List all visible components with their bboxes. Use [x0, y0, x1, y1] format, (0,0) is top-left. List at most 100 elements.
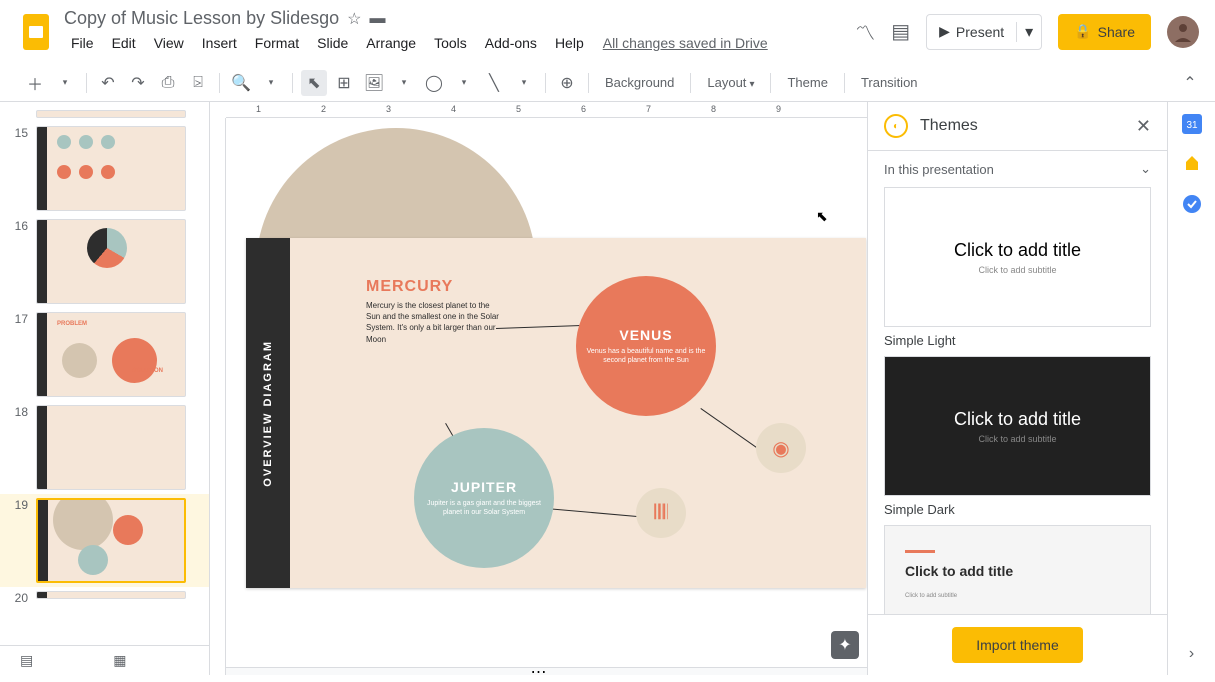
- thumbnail-19[interactable]: 19: [0, 494, 209, 587]
- chevron-down-icon: ⌄: [1140, 161, 1151, 177]
- thumb-preview[interactable]: [36, 591, 186, 599]
- canvas[interactable]: ⬉ OVERVIEW DIAGRAM MERCURY Mercury is th…: [226, 118, 867, 667]
- theme-preview[interactable]: Click to add titleClick to add subtitle: [884, 356, 1151, 496]
- explore-button[interactable]: ✦: [831, 631, 859, 659]
- comment-button[interactable]: ⊕: [554, 70, 580, 96]
- thumbnail-16[interactable]: 16: [0, 215, 209, 308]
- thumb-preview[interactable]: [36, 110, 186, 118]
- theme-card[interactable]: Click to add titleClick to add subtitleS…: [884, 187, 1151, 348]
- thumb-preview[interactable]: PROBLEMSOLUTION: [36, 312, 186, 397]
- menu-format[interactable]: Format: [248, 31, 306, 55]
- drum-icon: ◉: [772, 436, 789, 461]
- menu-add-ons[interactable]: Add-ons: [478, 31, 544, 55]
- theme-card[interactable]: Click to add titleClick to add subtitle: [884, 525, 1151, 614]
- activity-icon[interactable]: 〽: [855, 17, 875, 46]
- layout-button[interactable]: Layout: [699, 75, 762, 90]
- expand-sidepanel-icon[interactable]: ›: [1189, 645, 1194, 663]
- thumb-preview[interactable]: [36, 498, 186, 583]
- star-icon[interactable]: ☆: [347, 9, 361, 29]
- menu-help[interactable]: Help: [548, 31, 591, 55]
- themes-section-header[interactable]: In this presentation ⌄: [868, 150, 1167, 187]
- present-icon: ▶: [939, 23, 950, 40]
- undo-button[interactable]: ↶: [95, 70, 121, 96]
- keep-icon[interactable]: [1182, 154, 1202, 174]
- image-dropdown[interactable]: ▾: [391, 70, 417, 96]
- comments-icon[interactable]: ▤: [891, 19, 910, 44]
- present-dropdown[interactable]: ▾: [1016, 22, 1041, 42]
- import-theme-button[interactable]: Import theme: [952, 627, 1082, 663]
- resizer[interactable]: ⋯: [210, 667, 867, 675]
- print-button[interactable]: ⎙: [155, 70, 181, 96]
- column-icon: 𝄃𝄃𝄃: [654, 502, 667, 525]
- filmstrip[interactable]: 151617PROBLEMSOLUTION 18 19 20: [0, 102, 210, 675]
- calendar-icon[interactable]: 31: [1182, 114, 1202, 134]
- ruler-tick: 9: [776, 104, 781, 114]
- menu-edit[interactable]: Edit: [105, 31, 143, 55]
- thumb-number: 18: [12, 405, 28, 419]
- new-slide-button[interactable]: ＋: [22, 70, 48, 96]
- thumb-preview[interactable]: [36, 219, 186, 304]
- menu-tools[interactable]: Tools: [427, 31, 474, 55]
- background-button[interactable]: Background: [597, 75, 682, 90]
- theme-card[interactable]: Click to add titleClick to add subtitleS…: [884, 356, 1151, 517]
- new-slide-dropdown[interactable]: ▾: [52, 70, 78, 96]
- theme-button[interactable]: Theme: [779, 75, 835, 90]
- redo-button[interactable]: ↷: [125, 70, 151, 96]
- paint-format-button[interactable]: ⍄: [185, 70, 211, 96]
- shape-tool[interactable]: ◯: [421, 70, 447, 96]
- transition-button[interactable]: Transition: [853, 75, 926, 90]
- image-tool[interactable]: 🖼: [361, 70, 387, 96]
- svg-text:31: 31: [1186, 120, 1198, 131]
- venus-title: VENUS: [619, 327, 672, 343]
- select-tool[interactable]: ⬉: [301, 70, 327, 96]
- thumbnail-18[interactable]: 18: [0, 401, 209, 494]
- filmstrip-view-icon[interactable]: ▤: [20, 652, 33, 669]
- textbox-tool[interactable]: ⊞: [331, 70, 357, 96]
- mercury-title[interactable]: MERCURY: [366, 278, 453, 296]
- mercury-text[interactable]: Mercury is the closest planet to the Sun…: [366, 300, 506, 345]
- ruler-tick: 7: [646, 104, 651, 114]
- theme-preview[interactable]: Click to add titleClick to add subtitle: [884, 187, 1151, 327]
- ruler-vertical: [210, 118, 226, 675]
- thumbnail-20[interactable]: 20: [0, 587, 209, 609]
- venus-circle[interactable]: VENUS Venus has a beautiful name and is …: [576, 276, 716, 416]
- jupiter-title: JUPITER: [451, 479, 517, 495]
- side-label-text: OVERVIEW DIAGRAM: [262, 340, 274, 487]
- menu-insert[interactable]: Insert: [195, 31, 244, 55]
- thumb-preview[interactable]: [36, 126, 186, 211]
- zoom-dropdown[interactable]: ▾: [258, 70, 284, 96]
- icon-circle-drum[interactable]: ◉: [756, 423, 806, 473]
- doc-title[interactable]: Copy of Music Lesson by Slidesgo: [64, 8, 339, 29]
- thumbnail-15[interactable]: 15: [0, 122, 209, 215]
- shape-dropdown[interactable]: ▾: [451, 70, 477, 96]
- zoom-button[interactable]: 🔍: [228, 70, 254, 96]
- menu-arrange[interactable]: Arrange: [359, 31, 423, 55]
- theme-preview[interactable]: Click to add titleClick to add subtitle: [884, 525, 1151, 614]
- menu-slide[interactable]: Slide: [310, 31, 355, 55]
- move-folder-icon[interactable]: ▬: [370, 10, 386, 28]
- grid-view-icon[interactable]: ▦: [113, 652, 126, 669]
- side-label[interactable]: OVERVIEW DIAGRAM: [246, 238, 290, 588]
- jupiter-circle[interactable]: JUPITER Jupiter is a gas giant and the b…: [414, 428, 554, 568]
- present-button[interactable]: ▶Present ▾: [926, 14, 1042, 50]
- slides-logo[interactable]: [16, 12, 56, 52]
- tasks-icon[interactable]: [1182, 194, 1202, 214]
- saved-status[interactable]: All changes saved in Drive: [603, 35, 768, 51]
- menu-view[interactable]: View: [147, 31, 191, 55]
- themes-icon: ◐: [884, 114, 908, 138]
- thumbnail-17[interactable]: 17PROBLEMSOLUTION: [0, 308, 209, 401]
- slide[interactable]: OVERVIEW DIAGRAM MERCURY Mercury is the …: [246, 238, 866, 588]
- share-button[interactable]: 🔒 Share: [1058, 14, 1151, 50]
- collapse-toolbar-icon[interactable]: ⌃: [1177, 70, 1203, 96]
- thumb-preview[interactable]: [36, 405, 186, 490]
- thumb-number: 19: [12, 498, 28, 512]
- menu-bar: FileEditViewInsertFormatSlideArrangeTool…: [64, 31, 855, 55]
- themes-list[interactable]: Click to add titleClick to add subtitleS…: [868, 187, 1167, 614]
- line-dropdown[interactable]: ▾: [511, 70, 537, 96]
- line-tool[interactable]: ╲: [481, 70, 507, 96]
- icon-circle-column[interactable]: 𝄃𝄃𝄃: [636, 488, 686, 538]
- close-icon[interactable]: ✕: [1136, 116, 1151, 137]
- menu-file[interactable]: File: [64, 31, 101, 55]
- account-avatar[interactable]: [1167, 16, 1199, 48]
- ruler-tick: 8: [711, 104, 716, 114]
